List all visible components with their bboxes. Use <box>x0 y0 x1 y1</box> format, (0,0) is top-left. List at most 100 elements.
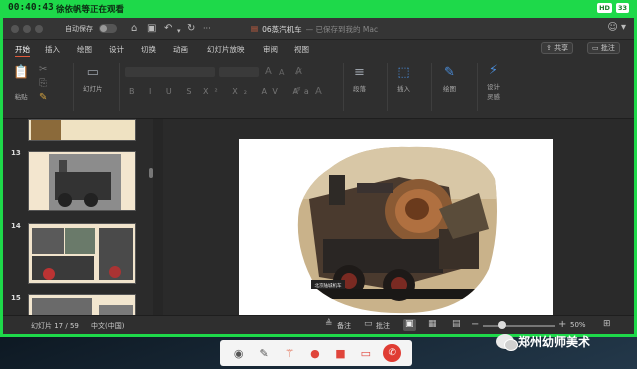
slide-thumbnails-panel[interactable]: 13 14 15 <box>3 119 153 324</box>
format-painter-icon[interactable]: ✎ <box>39 91 47 105</box>
thumbnail-12-partial[interactable] <box>28 119 136 141</box>
thumbnail-number: 14 <box>11 222 21 230</box>
separator <box>477 63 478 111</box>
slide-sorter-icon[interactable]: ▦ <box>428 319 437 329</box>
undo-icon[interactable]: ↶ <box>164 22 172 36</box>
comment-icon: ▭ <box>592 44 601 52</box>
thumbnail-image <box>29 152 135 210</box>
save-icon[interactable]: ▣ <box>147 22 156 36</box>
insert-label: 插入 <box>397 85 410 93</box>
zoom-out-icon[interactable]: − <box>471 319 479 330</box>
save-status: — 已保存到我的 Mac <box>305 25 379 34</box>
zoom-slider-knob[interactable] <box>498 321 506 329</box>
tab-insert[interactable]: 插入 <box>45 44 60 55</box>
comments-label: 批注 <box>600 44 615 52</box>
draw-label: 绘图 <box>443 85 456 93</box>
home-icon[interactable]: ⌂ <box>131 22 137 36</box>
slide-layout-icon: ▭ <box>86 65 99 80</box>
slide-editor-canvas[interactable]: 北京陆城机车 <box>163 119 634 316</box>
zoom-slider[interactable] <box>483 325 555 327</box>
font-size-select[interactable] <box>219 67 259 77</box>
minimize-window-button[interactable] <box>23 25 31 33</box>
thumbnail-14[interactable] <box>28 223 136 284</box>
screen-share-icon[interactable]: ▭ <box>358 345 374 361</box>
hd-badge: HD <box>597 3 612 13</box>
zoom-level[interactable]: 50% <box>570 321 586 329</box>
design-ideas-button[interactable]: ⚡ 设计 灵感 <box>487 63 500 101</box>
paragraph-button[interactable]: ≡ 段落 <box>353 65 366 93</box>
account-icon[interactable]: ☺ ▾ <box>607 22 626 33</box>
design-ideas-label: 设计 灵感 <box>487 83 500 101</box>
wechat-logo-icon <box>496 334 518 351</box>
highlight-color-icon[interactable]: ✐ <box>293 85 301 99</box>
thumbnail-image <box>29 224 135 283</box>
cut-icon[interactable]: ✂ <box>39 63 47 77</box>
close-window-button[interactable] <box>11 25 19 33</box>
recording-timer: 00:40:43 <box>8 2 54 13</box>
tab-view[interactable]: 视图 <box>294 44 309 55</box>
share-icon: ⇪ <box>546 44 555 52</box>
thumbnail-number: 15 <box>11 294 21 302</box>
thumbnail-number: 13 <box>11 149 21 157</box>
reading-view-icon[interactable]: ▤ <box>452 319 461 329</box>
separator <box>387 63 388 111</box>
undo-dropdown-icon[interactable]: ▾ <box>177 24 181 38</box>
camera-icon[interactable]: ■ <box>332 345 348 361</box>
recording-status-bar: 00:40:43 徐依帆等正在观看 HD 33 <box>0 0 637 18</box>
tab-review[interactable]: 审阅 <box>263 44 278 55</box>
increase-font-icon[interactable]: A <box>265 65 272 79</box>
panel-splitter[interactable] <box>153 119 163 315</box>
comments-button[interactable]: ▭ 批注 <box>587 42 620 54</box>
notes-button[interactable]: 备注 <box>337 321 351 331</box>
powerpoint-window: 自动保存 ⌂ ▣ ↶ ▾ ↻ ··· ▤ 06蒸汽机车 — 已保存到我的 Mac… <box>3 18 634 334</box>
magic-wand-icon[interactable]: ⚚ <box>282 345 298 361</box>
clear-format-icon[interactable]: A̷ <box>295 65 302 79</box>
font-style-buttons[interactable]: B I U S <box>129 87 197 96</box>
insert-button[interactable]: ⬚ 插入 <box>397 65 410 93</box>
share-button[interactable]: ⇪ 共享 <box>541 42 574 54</box>
more-options-icon[interactable]: ··· <box>203 22 211 36</box>
new-slide-button[interactable]: ▭ 幻灯片 <box>83 65 103 93</box>
tab-home[interactable]: 开始 <box>15 44 30 57</box>
copy-icon[interactable]: ⎘ <box>39 77 47 91</box>
autosave-label: 自动保存 <box>65 25 93 33</box>
font-color-icon[interactable]: A <box>315 85 322 99</box>
steam-locomotive-photo[interactable]: 北京陆城机车 <box>239 139 553 316</box>
document-title: ▤ 06蒸汽机车 — 已保存到我的 Mac <box>251 24 378 35</box>
document-name: 06蒸汽机车 <box>262 25 302 34</box>
document-file-icon: ▤ <box>251 24 259 33</box>
autosave-toggle[interactable] <box>99 24 117 33</box>
record-icon[interactable]: ◉ <box>231 345 247 361</box>
share-label: 共享 <box>554 44 569 52</box>
zoom-window-button[interactable] <box>35 25 43 33</box>
insert-shape-icon: ⬚ <box>397 65 410 80</box>
draw-button[interactable]: ✎ 绘图 <box>443 65 456 93</box>
status-bar: 幻灯片 17 / 59 中文(中国) ≜ 备注 ▭ 批注 ▣ ▦ ▤ − + 5… <box>3 315 634 334</box>
comments-status-button[interactable]: 批注 <box>376 321 390 331</box>
separator <box>431 63 432 111</box>
thumbnail-image <box>29 120 135 140</box>
current-slide[interactable]: 北京陆城机车 <box>239 139 553 316</box>
paste-button[interactable]: 📋 粘贴 <box>13 65 29 101</box>
comments-icon[interactable]: ▭ <box>364 319 373 329</box>
language-indicator[interactable]: 中文(中国) <box>91 321 124 331</box>
tab-transitions[interactable]: 切换 <box>141 44 156 55</box>
tab-draw[interactable]: 绘图 <box>77 44 92 55</box>
notes-icon[interactable]: ≜ <box>325 319 333 329</box>
watermark-text: 郑州幼师美术 <box>518 335 591 349</box>
tab-slideshow[interactable]: 幻灯片放映 <box>207 44 245 55</box>
fit-slide-icon[interactable]: ⊞ <box>603 319 611 329</box>
font-family-select[interactable] <box>125 67 215 77</box>
microphone-icon[interactable]: ● <box>307 345 323 361</box>
zoom-in-icon[interactable]: + <box>558 319 566 330</box>
tab-design[interactable]: 设计 <box>109 44 124 55</box>
ribbon-toolbar: 📋 粘贴 ✂ ⎘ ✎ ▭ 幻灯片 A A A̷ B I U S X² X₂ AV… <box>3 57 634 119</box>
end-call-button[interactable]: ✆ <box>383 344 402 362</box>
thumbnail-13[interactable] <box>28 151 136 211</box>
redo-icon[interactable]: ↻ <box>187 22 195 36</box>
tab-animations[interactable]: 动画 <box>173 44 188 55</box>
panel-resize-handle[interactable] <box>149 168 153 178</box>
decrease-font-icon[interactable]: A <box>279 66 284 80</box>
annotate-pen-icon[interactable]: ✎ <box>256 345 272 361</box>
battery-badge: 33 <box>615 3 629 13</box>
